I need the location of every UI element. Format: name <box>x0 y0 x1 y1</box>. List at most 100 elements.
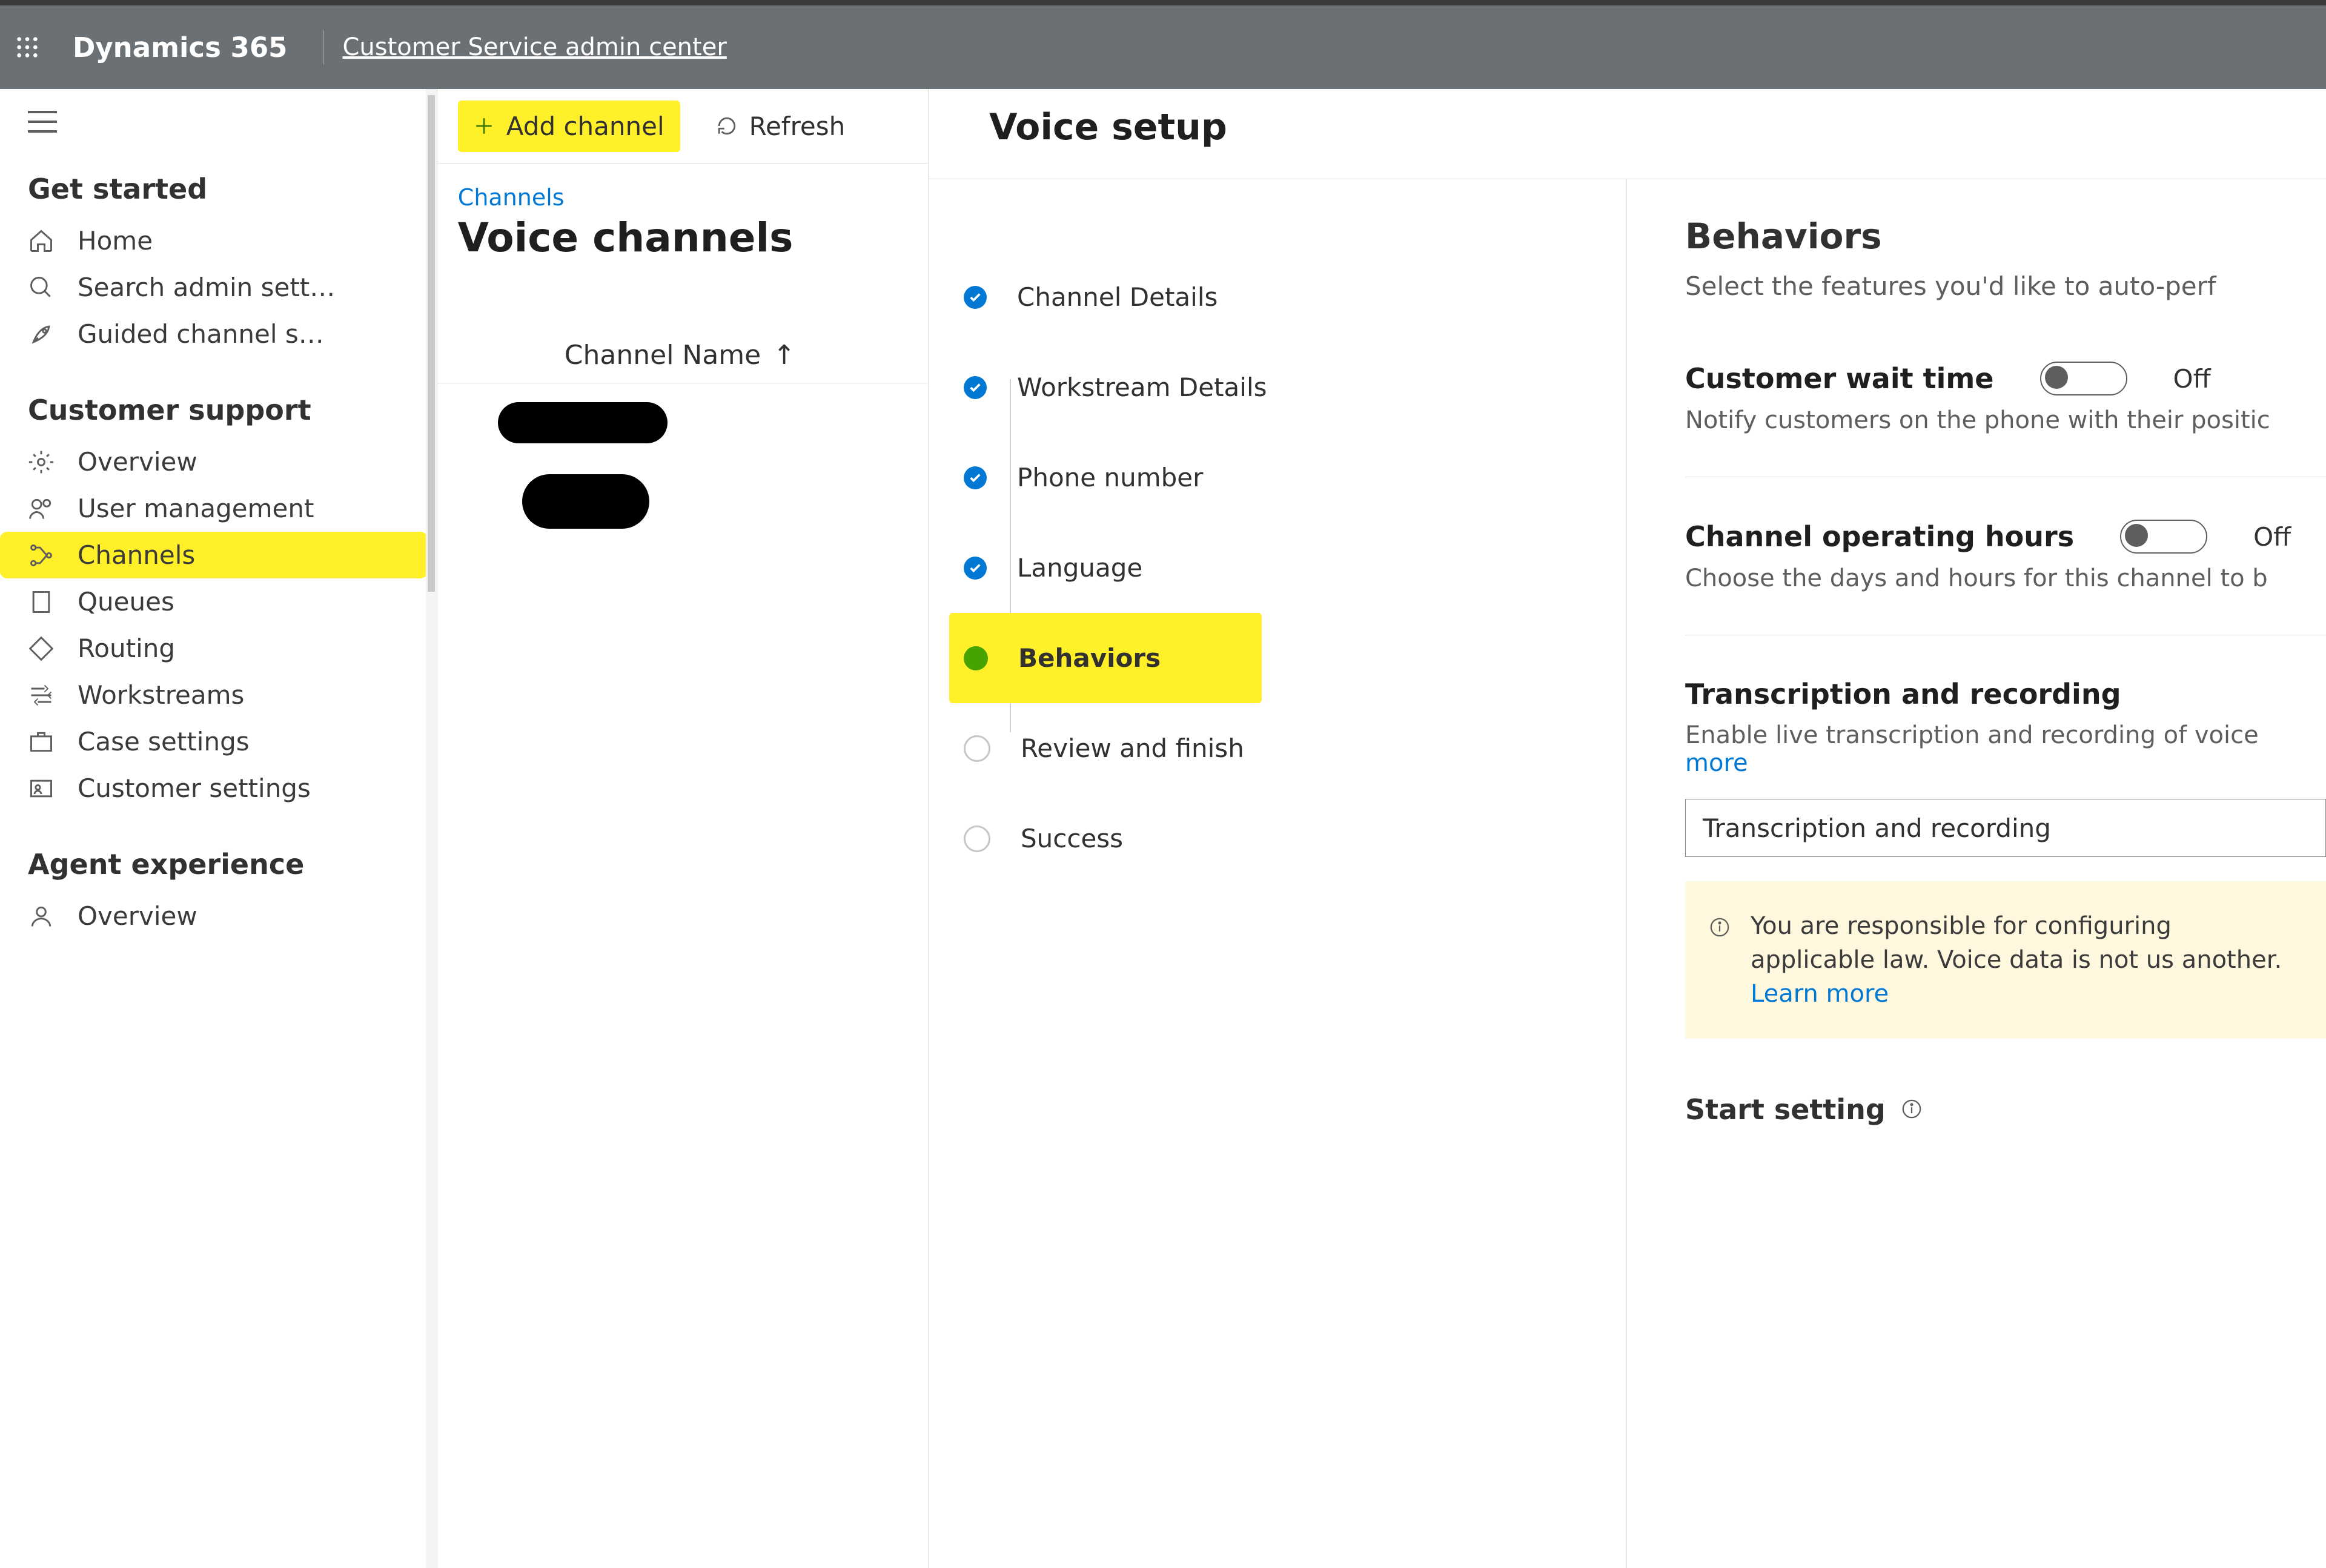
add-channel-button[interactable]: Add channel <box>458 101 680 152</box>
step-label: Language <box>1017 553 1142 583</box>
home-icon <box>28 228 55 254</box>
wait-time-toggle[interactable] <box>2040 362 2127 395</box>
step-workstream-details[interactable]: Workstream Details <box>964 342 1626 432</box>
nav-label: User management <box>78 494 314 523</box>
check-icon <box>964 376 987 399</box>
check-icon <box>964 466 987 489</box>
step-behaviors[interactable]: Behaviors <box>949 613 1262 703</box>
queue-icon <box>28 589 55 615</box>
select-value: Transcription and recording <box>1703 813 2051 843</box>
start-setting-label: Start setting <box>1685 1093 1886 1126</box>
step-label: Phone number <box>1017 463 1203 492</box>
search-icon <box>28 274 55 301</box>
nav-agent-overview[interactable]: Overview <box>0 893 428 939</box>
nav-label: Case settings <box>78 727 250 756</box>
step-label: Channel Details <box>1017 282 1218 312</box>
nav-collapse-icon[interactable] <box>0 89 437 136</box>
nav-search-admin[interactable]: Search admin sett… <box>0 264 428 311</box>
setting-desc: Choose the days and hours for this chann… <box>1685 554 2326 592</box>
setting-transcription: Transcription and recording Enable live … <box>1685 678 2326 1168</box>
operating-hours-toggle[interactable] <box>2120 520 2207 554</box>
check-icon <box>964 286 987 309</box>
nav-label: Queues <box>78 587 174 617</box>
add-channel-label: Add channel <box>506 111 664 141</box>
product-brand[interactable]: Dynamics 365 <box>55 31 305 64</box>
nav-routing[interactable]: Routing <box>0 625 428 672</box>
wizard-steps: Channel Details Workstream Details Phone… <box>929 179 1626 1568</box>
setting-desc: Enable live transcription and recording … <box>1685 710 2326 777</box>
nav-workstreams[interactable]: Workstreams <box>0 672 428 718</box>
app-launcher-icon[interactable] <box>0 35 55 59</box>
left-nav: Get started Home Search admin sett… Guid… <box>0 89 437 1568</box>
nav-section-agent-experience: Agent experience <box>0 812 437 893</box>
header-divider <box>323 30 324 64</box>
redacted-value <box>498 402 668 443</box>
voice-setup-panel: Voice setup Channel Details Workstream D… <box>928 89 2326 1568</box>
nav-label: Home <box>78 226 153 256</box>
nav-queues[interactable]: Queues <box>0 578 428 625</box>
step-label: Workstream Details <box>1017 372 1267 402</box>
legal-notice: You are responsible for configuring appl… <box>1685 881 2326 1039</box>
learn-more-link[interactable]: Learn more <box>1751 980 1889 1008</box>
plus-icon <box>474 116 494 136</box>
toggle-state: Off <box>2173 364 2211 394</box>
step-phone-number[interactable]: Phone number <box>964 432 1626 523</box>
channels-icon <box>28 542 55 569</box>
refresh-icon <box>717 116 737 136</box>
global-header: Dynamics 365 Customer Service admin cent… <box>0 0 2326 89</box>
nav-label: Channels <box>78 540 195 570</box>
nav-customer-settings[interactable]: Customer settings <box>0 765 428 812</box>
step-language[interactable]: Language <box>964 523 1626 613</box>
info-icon <box>1709 909 1730 1011</box>
nav-label: Routing <box>78 633 175 663</box>
table-row[interactable] <box>437 383 928 462</box>
gear-icon <box>28 449 55 475</box>
nav-scrollbar[interactable] <box>426 89 437 1568</box>
behaviors-form: Behaviors Select the features you'd like… <box>1626 179 2326 1568</box>
more-link[interactable]: more <box>1685 749 1748 777</box>
column-header-text: Channel Name <box>565 340 761 371</box>
setting-operating-hours: Channel operating hours Off Choose the d… <box>1685 520 2326 635</box>
command-bar: Add channel Refresh <box>437 89 928 164</box>
nav-home[interactable]: Home <box>0 217 428 264</box>
person-icon <box>28 903 55 930</box>
step-label: Review and finish <box>1021 733 1244 763</box>
nav-section-customer-support: Customer support <box>0 357 437 438</box>
column-header-channel-name[interactable]: Channel Name ↑ <box>437 261 928 383</box>
form-heading: Behaviors <box>1685 216 2326 257</box>
info-icon[interactable] <box>1901 1093 1922 1126</box>
rocket-icon <box>28 321 55 348</box>
check-icon <box>964 557 987 580</box>
routing-icon <box>28 635 55 662</box>
notice-text: You are responsible for configuring appl… <box>1751 912 2282 974</box>
nav-section-get-started: Get started <box>0 136 437 217</box>
refresh-button[interactable]: Refresh <box>701 101 861 152</box>
form-subheading: Select the features you'd like to auto-p… <box>1685 271 2326 301</box>
step-review[interactable]: Review and finish <box>964 703 1626 793</box>
nav-overview[interactable]: Overview <box>0 438 428 485</box>
setting-customer-wait-time: Customer wait time Off Notify customers … <box>1685 362 2326 477</box>
setting-name: Channel operating hours <box>1685 520 2074 553</box>
breadcrumb[interactable]: Channels <box>437 164 928 211</box>
id-card-icon <box>28 775 55 802</box>
nav-case-settings[interactable]: Case settings <box>0 718 428 765</box>
current-step-icon <box>964 646 988 670</box>
nav-label: Overview <box>78 901 197 931</box>
setting-name: Customer wait time <box>1685 362 1994 395</box>
step-success[interactable]: Success <box>964 793 1626 884</box>
setting-name: Transcription and recording <box>1685 678 2326 710</box>
nav-label: Overview <box>78 447 197 477</box>
channel-list-pane: Add channel Refresh Channels Voice chann… <box>437 89 928 1568</box>
pending-step-icon <box>964 825 990 852</box>
panel-title: Voice setup <box>929 89 2326 179</box>
nav-guided-channel[interactable]: Guided channel s… <box>0 311 428 357</box>
table-row[interactable] <box>437 462 928 541</box>
toggle-state: Off <box>2253 522 2291 552</box>
nav-channels[interactable]: Channels <box>0 532 428 578</box>
transcription-select[interactable]: Transcription and recording <box>1685 799 2326 857</box>
admin-center-link[interactable]: Customer Service admin center <box>342 33 726 61</box>
step-channel-details[interactable]: Channel Details <box>964 252 1626 342</box>
people-icon <box>28 495 55 522</box>
nav-user-management[interactable]: User management <box>0 485 428 532</box>
nav-label: Search admin sett… <box>78 273 335 302</box>
